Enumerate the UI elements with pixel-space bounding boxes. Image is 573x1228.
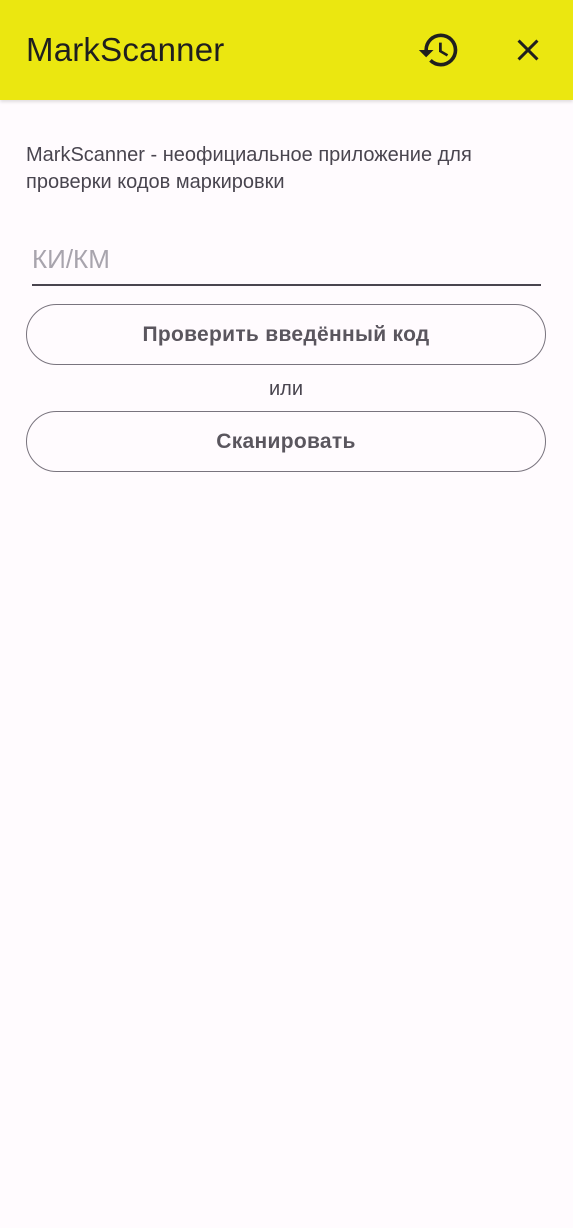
app-bar: MarkScanner: [0, 0, 573, 100]
app-description: MarkScanner - неофициальное приложение д…: [26, 144, 472, 193]
history-button[interactable]: [415, 26, 463, 74]
history-icon: [418, 33, 458, 67]
app-title: MarkScanner: [26, 31, 225, 68]
code-input[interactable]: [32, 236, 541, 282]
close-button[interactable]: [504, 26, 552, 74]
close-icon: [517, 39, 539, 61]
or-separator: или: [268, 378, 303, 400]
scan-button[interactable]: Сканировать: [26, 411, 546, 472]
check-code-button[interactable]: Проверить введённый код: [26, 304, 546, 365]
code-field: [32, 236, 541, 286]
